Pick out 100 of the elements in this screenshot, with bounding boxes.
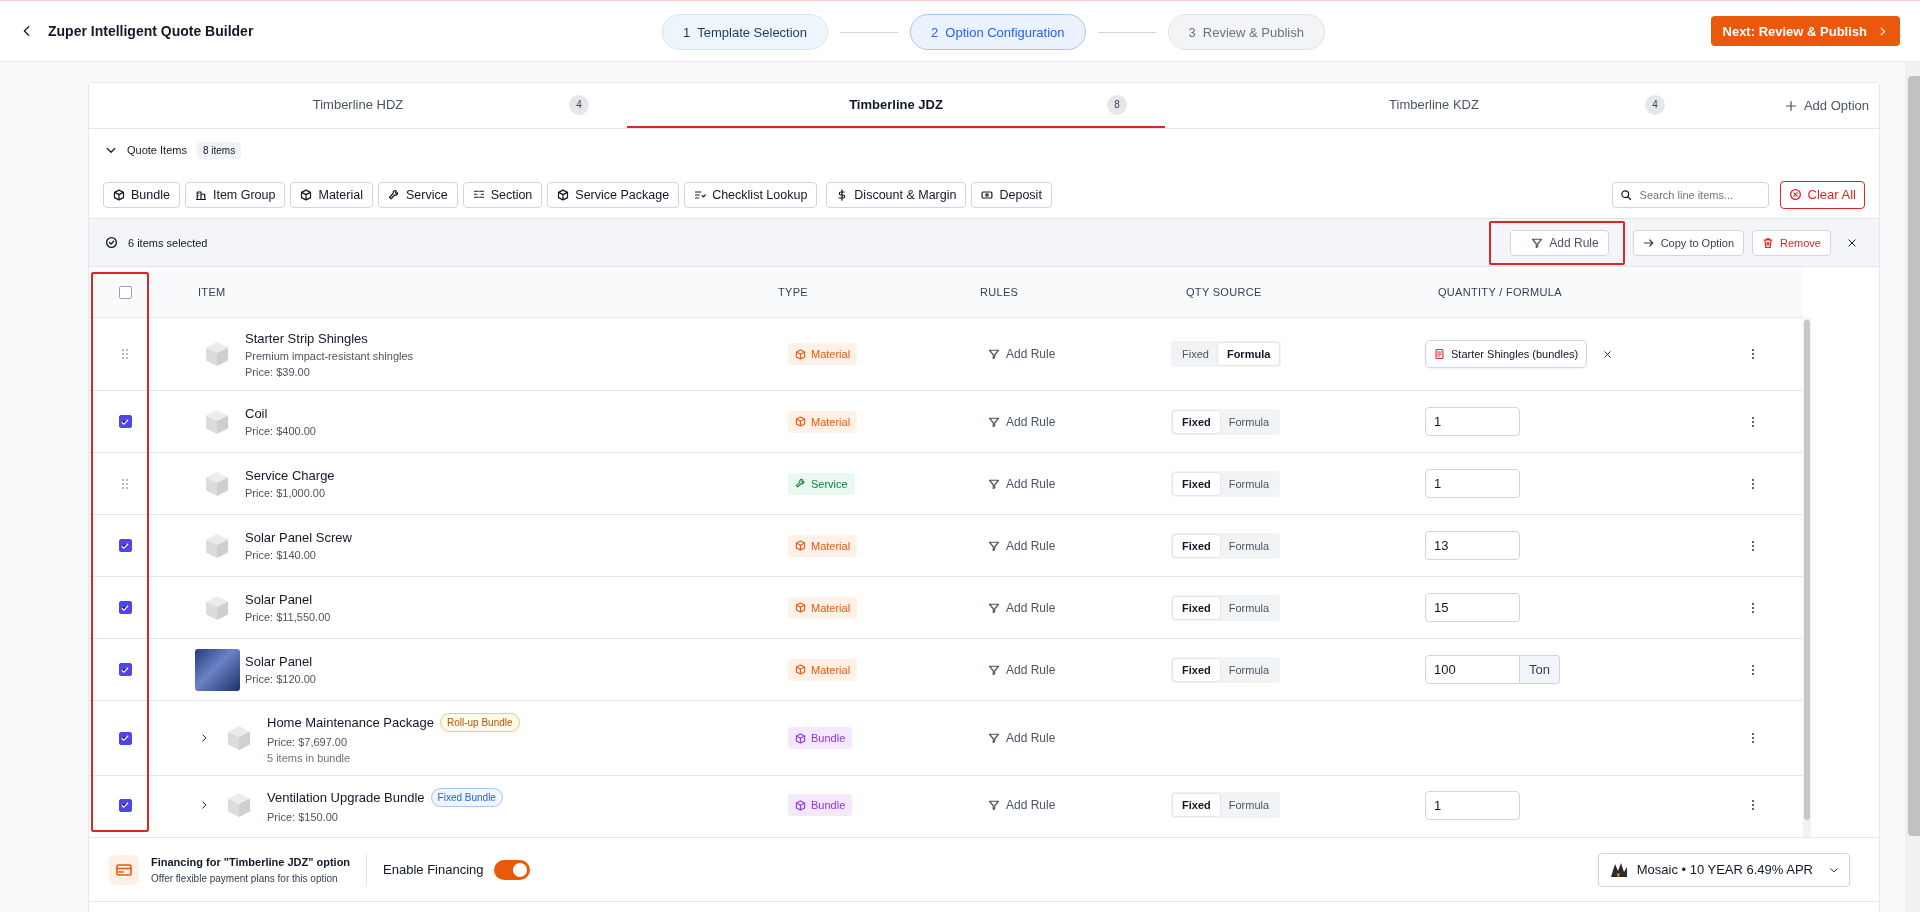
item-description: Premium impact-resistant shingles <box>245 349 414 362</box>
segment-option[interactable]: Formula <box>1219 794 1279 816</box>
formula-chip[interactable]: Starter Shingles (bundles) <box>1425 340 1588 368</box>
bundle-badge: Roll-up Bundle <box>439 712 520 732</box>
checkbox[interactable] <box>118 285 132 299</box>
filter-icon <box>988 799 1000 811</box>
add-rule-link[interactable]: Add Rule <box>968 476 1056 491</box>
quantity-field[interactable]: 15 <box>1425 593 1520 622</box>
quantity-field[interactable]: 13 <box>1425 531 1520 560</box>
financing-subtitle: Offer flexible payment plans for this option <box>151 872 339 884</box>
add-item-button[interactable]: Material <box>290 181 373 208</box>
item-name: Service Charge <box>245 468 335 483</box>
scrollbar[interactable] <box>1905 62 1920 912</box>
add-item-button[interactable]: Item Group <box>184 181 286 208</box>
segment-option[interactable]: Fixed <box>1173 472 1220 495</box>
add-item-button[interactable]: Service Package <box>547 181 680 208</box>
item-name: Starter Strip Shingles <box>245 330 368 346</box>
more-icon[interactable] <box>1751 601 1755 614</box>
segment-option[interactable]: Fixed <box>1173 596 1220 619</box>
action-button[interactable]: Remove <box>1752 229 1831 256</box>
segment-option[interactable]: Formula <box>1217 343 1280 365</box>
add-item-button[interactable]: Section <box>462 181 543 208</box>
segment-option[interactable]: Fixed <box>1173 410 1220 433</box>
option-tab[interactable]: Timberline KDZ 4 <box>1165 83 1703 128</box>
checkbox[interactable] <box>118 415 132 428</box>
add-item-button[interactable]: Service <box>377 181 458 208</box>
count-badge: 4 <box>569 94 589 115</box>
segment-option[interactable]: Fixed <box>1173 794 1220 816</box>
more-icon[interactable] <box>1751 732 1755 744</box>
item-price: Price: $39.00 <box>245 365 311 378</box>
item-name: Solar Panel Screw <box>245 530 352 545</box>
checkbox[interactable] <box>118 663 132 676</box>
segment-option[interactable]: Fixed <box>1173 343 1218 365</box>
add-item-button[interactable]: Discount & Margin <box>826 181 967 208</box>
step-number: 3 <box>1188 24 1196 40</box>
more-icon[interactable] <box>1751 415 1755 428</box>
add-rule-link[interactable]: Add Rule <box>968 414 1056 429</box>
checkbox[interactable] <box>118 731 132 745</box>
quantity-field[interactable]: 1 <box>1425 469 1520 498</box>
item-price: Price: $1,000.00 <box>245 487 327 499</box>
quantity-field[interactable]: 1 <box>1425 407 1520 436</box>
add-rule-link[interactable]: Add Rule <box>968 347 1056 361</box>
provider-dropdown[interactable]: Mosaic • 10 YEAR 6.49% APR <box>1597 852 1850 887</box>
item-price: Price: $140.00 <box>245 549 317 561</box>
column-header: RULES <box>980 286 1019 298</box>
drag-handle-icon[interactable] <box>121 477 129 490</box>
quantity-field[interactable]: 1 <box>1425 790 1520 820</box>
chevron-icon[interactable] <box>199 733 209 743</box>
option-tab[interactable]: Timberline JDZ 8 <box>627 83 1165 128</box>
more-icon[interactable] <box>1751 348 1755 360</box>
segment-option[interactable]: Formula <box>1219 658 1279 681</box>
wrench-icon <box>795 478 806 489</box>
step-pill[interactable]: 3 Review & Publish <box>1167 14 1325 50</box>
action-button[interactable]: Add Rule <box>1510 229 1609 256</box>
add-rule-link[interactable]: Add Rule <box>968 662 1056 677</box>
more-icon[interactable] <box>1751 799 1755 811</box>
clear-all-button[interactable]: Clear All <box>1779 180 1865 209</box>
item-name: Home Maintenance Package <box>267 714 434 730</box>
next-button[interactable]: Next: Review & Publish <box>1710 16 1900 46</box>
add-rule-link[interactable]: Add Rule <box>968 798 1056 812</box>
checkbox[interactable] <box>118 601 132 614</box>
item-name: Solar Panel <box>245 654 313 669</box>
segment-option[interactable]: Formula <box>1219 472 1279 495</box>
add-rule-link[interactable]: Add Rule <box>968 731 1056 745</box>
step-pill[interactable]: 2 Option Configuration <box>910 14 1086 50</box>
segment-option[interactable]: Formula <box>1219 534 1279 557</box>
add-rule-link[interactable]: Add Rule <box>968 538 1056 553</box>
segment-option[interactable]: Formula <box>1219 596 1279 619</box>
action-button[interactable]: Copy to Option <box>1632 229 1745 256</box>
drag-handle-icon[interactable] <box>121 348 129 360</box>
segment-option[interactable]: Fixed <box>1173 658 1220 681</box>
type-tag: Bundle <box>788 794 853 816</box>
add-item-button[interactable]: Deposit <box>971 181 1052 208</box>
scrollbar[interactable] <box>1803 318 1811 838</box>
add-item-button[interactable]: Bundle <box>103 181 180 208</box>
check-circle-icon <box>105 236 118 249</box>
add-option-button[interactable]: Add Option <box>1784 83 1879 128</box>
option-tab[interactable]: Timberline HDZ 4 <box>89 83 627 128</box>
close-icon[interactable] <box>1847 237 1857 248</box>
type-tag: Material <box>788 410 858 433</box>
filter-icon <box>1531 236 1544 249</box>
more-icon[interactable] <box>1751 477 1755 490</box>
segment-option[interactable]: Fixed <box>1173 534 1220 557</box>
checkmark-icon <box>120 800 130 810</box>
checkbox[interactable] <box>118 539 132 552</box>
more-icon[interactable] <box>1751 663 1755 676</box>
count-badge: 8 <box>1107 94 1127 115</box>
chevron-icon[interactable] <box>199 800 209 810</box>
more-icon[interactable] <box>1751 539 1755 552</box>
close-icon[interactable] <box>1603 349 1613 359</box>
search-field[interactable]: Search line items... <box>1611 181 1769 208</box>
add-rule-link[interactable]: Add Rule <box>968 600 1056 615</box>
close-circle-icon <box>1788 188 1802 201</box>
add-item-button[interactable]: Checklist Lookup <box>684 181 818 208</box>
segment-option[interactable]: Formula <box>1219 410 1279 433</box>
toggle-switch[interactable] <box>493 859 530 880</box>
checkbox[interactable] <box>118 798 132 812</box>
section-label: Quote Items <box>127 144 187 156</box>
step-pill[interactable]: 1 Template Selection <box>662 14 829 50</box>
item-name: Coil <box>245 406 268 421</box>
